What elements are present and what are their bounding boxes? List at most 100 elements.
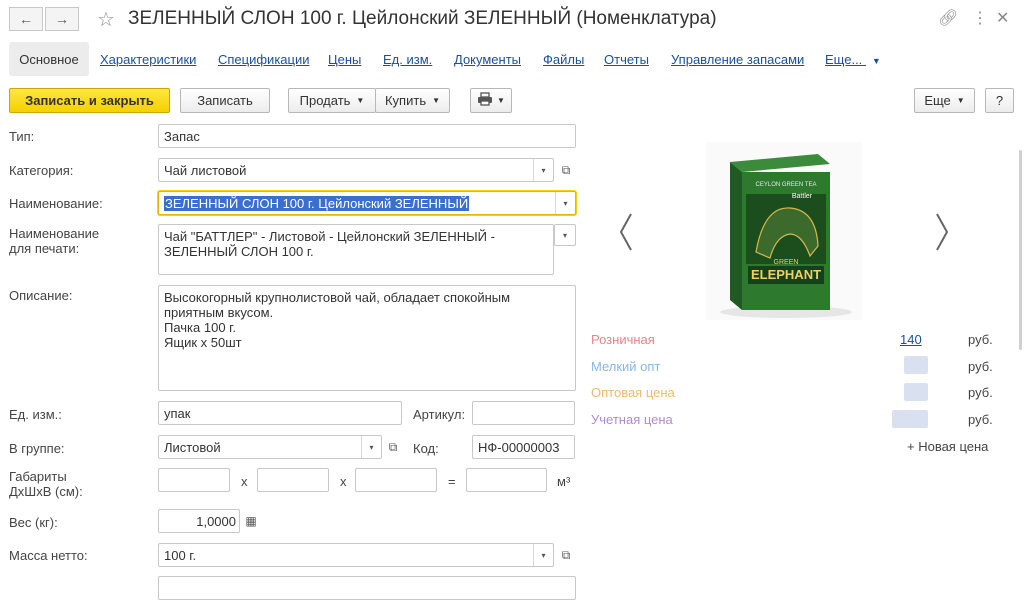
price-retail-label: Розничная bbox=[591, 332, 655, 347]
print-name-dropdown-button[interactable]: ▾ bbox=[554, 224, 576, 246]
category-value: Чай листовой bbox=[164, 163, 247, 178]
sell-button[interactable]: Продать ▼ bbox=[288, 88, 376, 113]
price-small-wholesale-value[interactable] bbox=[904, 356, 928, 374]
description-line: Высокогорный крупнолистовой чай, обладае… bbox=[164, 290, 511, 305]
tab-characteristics[interactable]: Характеристики bbox=[100, 52, 196, 67]
code-label: Код: bbox=[413, 441, 439, 456]
chevron-down-icon: ▼ bbox=[956, 96, 965, 105]
close-icon[interactable]: ✕ bbox=[996, 8, 1009, 28]
width-field[interactable] bbox=[257, 468, 329, 492]
volume-unit: м³ bbox=[557, 474, 571, 489]
chevron-right-icon[interactable] bbox=[934, 212, 950, 255]
tab-more[interactable]: Еще... ▼ bbox=[825, 52, 881, 67]
tab-units[interactable]: Ед. изм. bbox=[383, 52, 432, 67]
group-field[interactable]: Листовой ▾ bbox=[158, 435, 382, 459]
net-mass-value: 100 г. bbox=[164, 548, 197, 563]
print-name-label-text: Наименование для печати: bbox=[9, 226, 100, 256]
open-icon[interactable]: ⧉ bbox=[556, 543, 576, 567]
group-label: В группе: bbox=[9, 441, 65, 456]
chevron-down-icon: ▼ bbox=[356, 96, 365, 105]
article-field[interactable] bbox=[472, 401, 575, 425]
star-icon[interactable]: ☆ bbox=[97, 7, 115, 32]
chevron-down-icon: ▼ bbox=[871, 56, 881, 66]
weight-field[interactable]: 1,0000 bbox=[158, 509, 240, 533]
dimensions-label-line1: Габариты bbox=[9, 469, 67, 484]
description-field[interactable]: Высокогорный крупнолистовой чай, обладае… bbox=[158, 285, 576, 391]
article-label: Артикул: bbox=[413, 407, 466, 422]
tab-inventory[interactable]: Управление запасами bbox=[671, 52, 804, 67]
price-wholesale-value[interactable] bbox=[904, 383, 928, 401]
price-retail-value[interactable]: 140 bbox=[900, 332, 922, 347]
unit-label: Ед. изм.: bbox=[9, 407, 62, 422]
net-mass-dropdown-button[interactable]: ▾ bbox=[533, 544, 553, 566]
product-image: CEYLON GREEN TEA Battler GREEN ELEPHANT bbox=[706, 142, 862, 320]
kebab-menu-icon[interactable]: ⋮ bbox=[972, 8, 988, 28]
dimensions-label-line2: ДхШхВ (см): bbox=[9, 484, 83, 499]
code-field[interactable]: НФ-00000003 bbox=[472, 435, 575, 459]
price-small-wholesale-currency: руб. bbox=[968, 359, 993, 374]
more-button[interactable]: Еще ▼ bbox=[914, 88, 975, 113]
name-field[interactable]: ЗЕЛЕННЫЙ СЛОН 100 г. Цейлонский ЗЕЛЕННЫЙ… bbox=[158, 191, 576, 215]
new-price-link[interactable]: + Новая цена bbox=[907, 439, 988, 454]
more-label: Еще bbox=[924, 93, 951, 108]
save-close-label: Записать и закрыть bbox=[25, 93, 154, 108]
tab-prices[interactable]: Цены bbox=[328, 52, 361, 67]
price-small-wholesale-label: Мелкий опт bbox=[591, 359, 661, 374]
forward-button[interactable]: → bbox=[45, 7, 79, 31]
save-close-button[interactable]: Записать и закрыть bbox=[9, 88, 170, 113]
chevron-left-icon[interactable] bbox=[618, 212, 634, 255]
unit-value: упак bbox=[164, 406, 191, 421]
print-button[interactable]: ▼ bbox=[470, 88, 512, 113]
tab-reports[interactable]: Отчеты bbox=[604, 52, 649, 67]
tab-specifications[interactable]: Спецификации bbox=[218, 52, 310, 67]
scrollbar[interactable] bbox=[1019, 150, 1022, 350]
category-field[interactable]: Чай листовой ▾ bbox=[158, 158, 554, 182]
net-mass-field[interactable]: 100 г. ▾ bbox=[158, 543, 554, 567]
price-retail-currency: руб. bbox=[968, 332, 993, 347]
dimension-equals: = bbox=[448, 474, 456, 489]
save-button[interactable]: Записать bbox=[180, 88, 270, 113]
print-name-label: Наименование для печати: bbox=[9, 226, 119, 256]
length-field[interactable] bbox=[158, 468, 230, 492]
type-field[interactable]: Запас bbox=[158, 124, 576, 148]
dimension-separator: х bbox=[241, 474, 248, 489]
tab-label: Основное bbox=[19, 51, 79, 67]
category-dropdown-button[interactable]: ▾ bbox=[533, 159, 553, 181]
open-icon[interactable]: ⧉ bbox=[556, 158, 576, 182]
save-label: Записать bbox=[197, 93, 253, 108]
open-icon[interactable]: ⧉ bbox=[383, 435, 403, 459]
volume-field[interactable] bbox=[466, 468, 547, 492]
tab-documents[interactable]: Документы bbox=[454, 52, 521, 67]
dimensions-label: Габариты ДхШхВ (см): bbox=[9, 469, 83, 499]
link-icon[interactable]: 🔗︎ bbox=[938, 8, 958, 28]
weight-value: 1,0000 bbox=[196, 514, 236, 529]
back-button[interactable]: ← bbox=[9, 7, 43, 31]
chevron-down-icon: ▼ bbox=[432, 96, 441, 105]
image-product: GREEN bbox=[774, 259, 799, 266]
type-label: Тип: bbox=[9, 129, 35, 144]
group-dropdown-button[interactable]: ▾ bbox=[361, 436, 381, 458]
description-label: Описание: bbox=[9, 288, 73, 303]
price-wholesale-currency: руб. bbox=[968, 385, 993, 400]
buy-button[interactable]: Купить ▼ bbox=[375, 88, 450, 113]
calendar-icon[interactable]: ▦ bbox=[241, 509, 261, 533]
category-label: Категория: bbox=[9, 163, 74, 178]
tab-more-label: Еще... bbox=[825, 52, 863, 67]
sell-label: Продать bbox=[299, 93, 351, 108]
name-dropdown-button[interactable]: ▾ bbox=[555, 192, 575, 214]
unit-field[interactable]: упак bbox=[158, 401, 402, 425]
height-field[interactable] bbox=[355, 468, 437, 492]
next-field[interactable] bbox=[158, 576, 576, 600]
print-name-line2: ЗЕЛЕННЫЙ СЛОН 100 г. bbox=[164, 244, 314, 259]
price-account-value[interactable] bbox=[892, 410, 928, 428]
help-button[interactable]: ? bbox=[985, 88, 1014, 113]
tab-files[interactable]: Файлы bbox=[543, 52, 584, 67]
description-line: Ящик х 50шт bbox=[164, 335, 242, 350]
weight-label: Вес (кг): bbox=[9, 515, 58, 530]
print-name-field[interactable]: Чай "БАТТЛЕР" - Листовой - Цейлонский ЗЕ… bbox=[158, 224, 554, 275]
tab-main[interactable]: Основное bbox=[9, 42, 89, 76]
dimension-separator: х bbox=[340, 474, 347, 489]
help-label: ? bbox=[995, 93, 1004, 108]
type-value: Запас bbox=[164, 129, 200, 144]
back-arrow-icon: ← bbox=[19, 11, 33, 27]
